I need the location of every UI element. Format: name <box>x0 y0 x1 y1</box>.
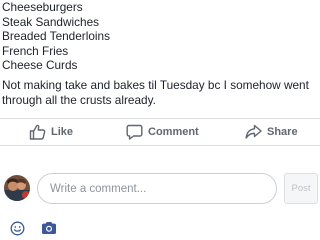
post-actions-bar: Like Comment Share <box>0 118 320 146</box>
post-body: Cheeseburgers Steak Sandwiches Breaded T… <box>2 0 318 107</box>
smiley-icon <box>10 221 24 235</box>
avatar-photo <box>4 175 30 201</box>
share-label: Share <box>267 126 298 138</box>
comment-composer: Post <box>0 170 320 210</box>
comment-button[interactable]: Comment <box>126 119 199 145</box>
like-label: Like <box>51 126 74 138</box>
menu-line: French Fries <box>2 43 69 58</box>
share-button[interactable]: Share <box>245 119 298 145</box>
menu-list: Cheeseburgers Steak Sandwiches Breaded T… <box>2 0 318 73</box>
share-arrow-icon <box>245 124 262 139</box>
thumbs-up-icon <box>29 124 46 140</box>
comment-label: Comment <box>148 126 199 138</box>
speech-bubble-icon <box>126 124 143 140</box>
like-button[interactable]: Like <box>29 119 73 145</box>
emoji-button[interactable] <box>8 219 26 237</box>
menu-line: Steak Sandwiches <box>2 14 100 29</box>
menu-line: Cheese Curds <box>2 58 78 73</box>
composer-tools <box>0 219 320 239</box>
menu-line: Cheeseburgers <box>2 0 83 14</box>
post-button[interactable]: Post <box>284 173 318 204</box>
camera-button[interactable] <box>40 219 58 237</box>
menu-line: Breaded Tenderloins <box>2 29 110 44</box>
avatar[interactable] <box>4 175 30 201</box>
camera-icon <box>42 222 56 234</box>
comment-input[interactable] <box>37 173 277 204</box>
post-note: Not making take and bakes til Tuesday bc… <box>2 77 309 107</box>
